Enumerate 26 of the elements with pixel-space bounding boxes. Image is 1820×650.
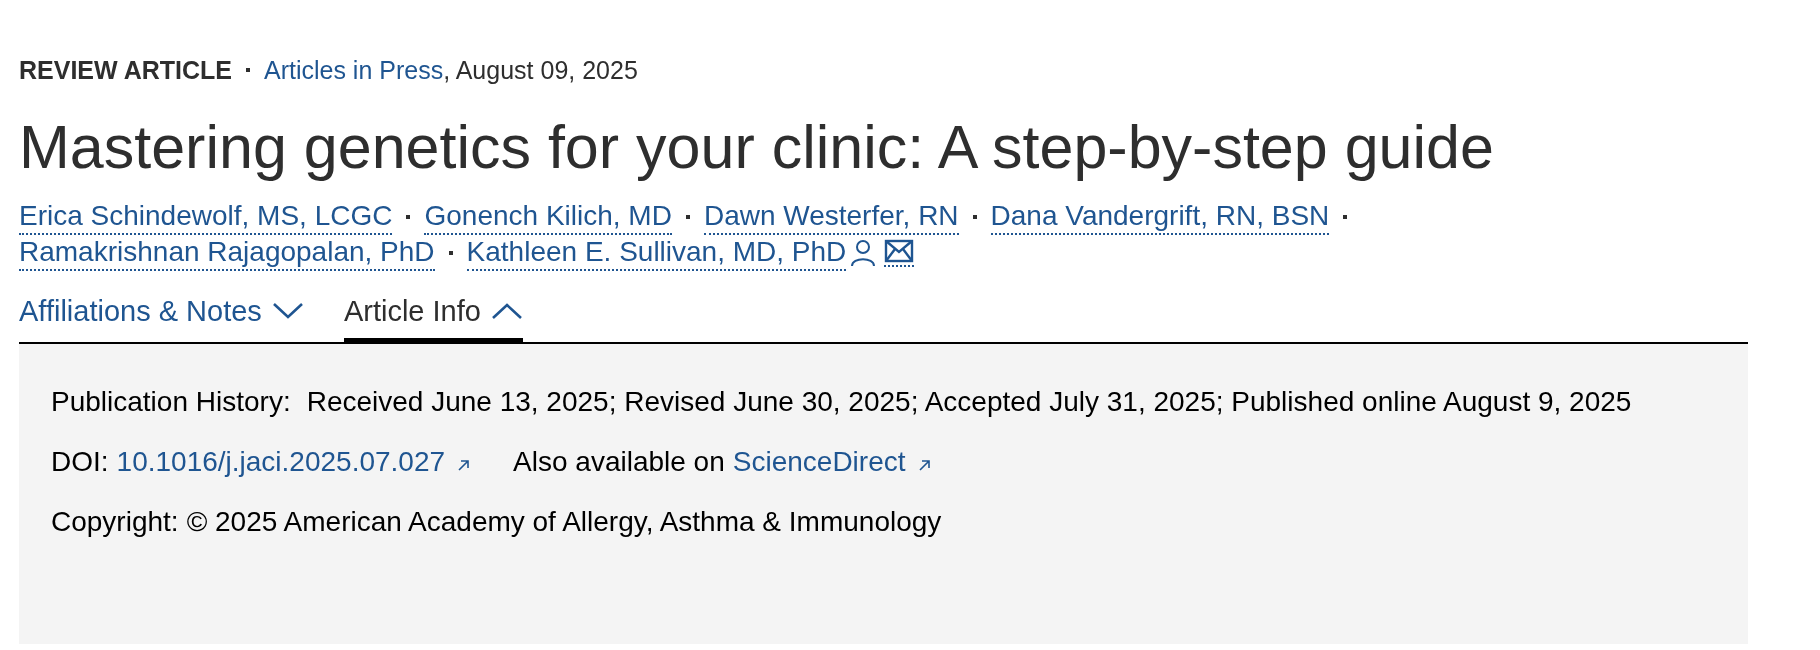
author-link[interactable]: Dawn Westerfer, RN — [703, 199, 959, 235]
tab[interactable]: Affiliations & Notes — [19, 294, 304, 344]
chevron-up-icon — [490, 302, 523, 320]
publication-history: Received June 13, 2025; Revised June 30, 2025; Accepted July 31, 2025; Published online August 9, 2025 — [306, 385, 1632, 419]
author-link[interactable]: Kathleen E. Sullivan, MD, PhD — [466, 235, 847, 271]
publication-date: , August 09, 2025 — [443, 55, 638, 85]
article-title: Mastering genetics for your clinic: A step-by-step guide — [19, 112, 1495, 182]
copyright-text: © 2025 American Academy of Allergy, Asthma & Immunology — [186, 505, 942, 539]
field-label: DOI: — [51, 445, 109, 479]
article-type: REVIEW ARTICLE — [19, 55, 232, 85]
chevron-down-icon — [271, 302, 304, 320]
field-label: Publication History: — [51, 385, 291, 419]
availability-text: Also available on — [513, 445, 725, 479]
doi-link[interactable]: 10.1016/j.jaci.2025.07.027 — [116, 445, 446, 479]
sciencedirect-link[interactable]: ScienceDirect — [732, 445, 906, 479]
email-link[interactable] — [884, 239, 915, 267]
source-link[interactable]: Articles in Press — [263, 55, 444, 85]
external-link-icon — [457, 458, 472, 472]
external-link-icon — [917, 458, 932, 472]
author-link[interactable]: Gonench Kilich, MD — [424, 199, 672, 235]
author-link[interactable]: Dana Vandergrift, RN, BSN — [990, 199, 1330, 235]
author-link[interactable]: Erica Schindewolf, MS, LCGC — [19, 199, 393, 235]
field-label: Copyright: — [51, 505, 179, 539]
mail-icon — [884, 239, 915, 263]
person-icon — [850, 239, 877, 267]
author-link[interactable]: Ramakrishnan Rajagopalan, PhD — [19, 235, 435, 271]
